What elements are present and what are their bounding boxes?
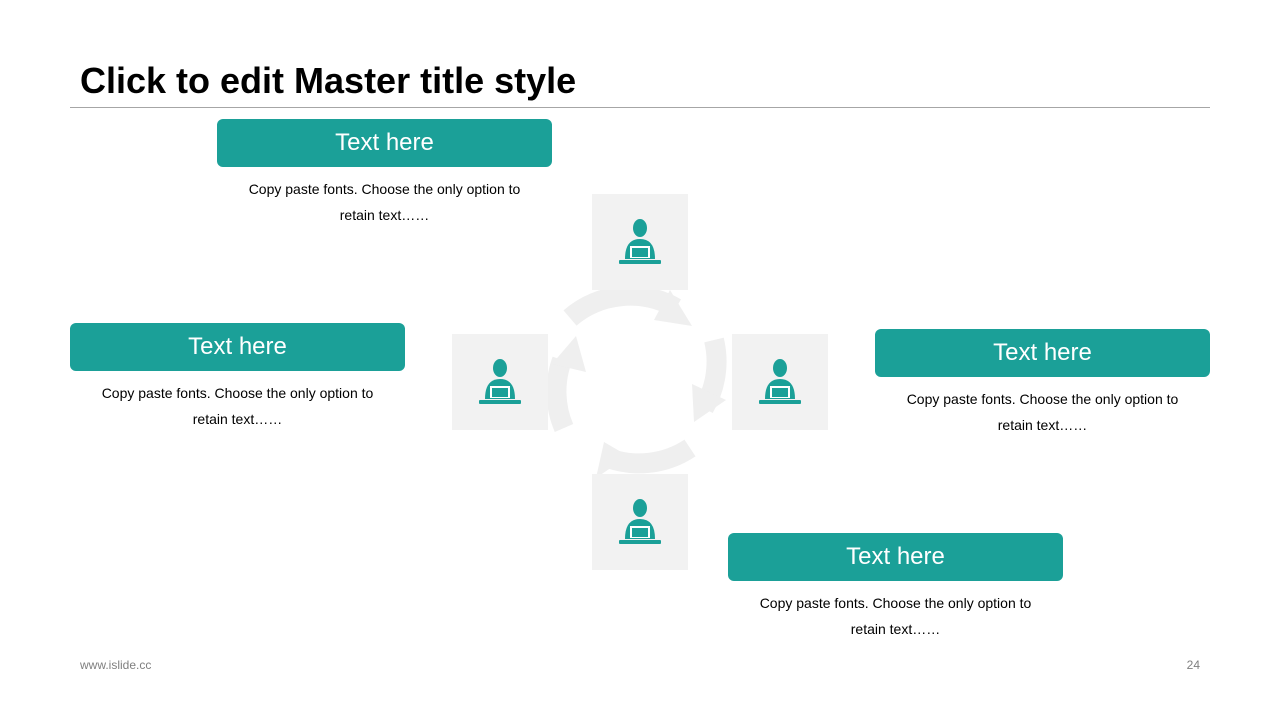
slide-title[interactable]: Click to edit Master title style [80, 60, 576, 102]
text-block-description[interactable]: Copy paste fonts. Choose the only option… [70, 380, 405, 432]
text-block-left: Text here Copy paste fonts. Choose the o… [70, 323, 405, 432]
person-at-laptop-icon [759, 359, 801, 404]
tile-right [732, 334, 828, 430]
person-at-laptop-icon [479, 359, 521, 404]
text-block-description[interactable]: Copy paste fonts. Choose the only option… [728, 590, 1063, 642]
text-block-header[interactable]: Text here [70, 323, 405, 371]
text-block-description[interactable]: Copy paste fonts. Choose the only option… [875, 386, 1210, 438]
footer-url: www.islide.cc [80, 658, 152, 672]
text-block-header[interactable]: Text here [728, 533, 1063, 581]
text-block-top: Text here Copy paste fonts. Choose the o… [217, 119, 552, 228]
person-at-laptop-icon [619, 499, 661, 544]
tile-top [592, 194, 688, 290]
page-number: 24 [1186, 658, 1200, 672]
text-block-description[interactable]: Copy paste fonts. Choose the only option… [217, 176, 552, 228]
circular-arrows-icon [546, 285, 727, 478]
tile-bottom [592, 474, 688, 570]
tile-left [452, 334, 548, 430]
text-block-header[interactable]: Text here [875, 329, 1210, 377]
title-divider [70, 107, 1210, 108]
person-at-laptop-icon [619, 219, 661, 264]
text-block-header[interactable]: Text here [217, 119, 552, 167]
text-block-bottom: Text here Copy paste fonts. Choose the o… [728, 533, 1063, 642]
text-block-right: Text here Copy paste fonts. Choose the o… [875, 329, 1210, 438]
